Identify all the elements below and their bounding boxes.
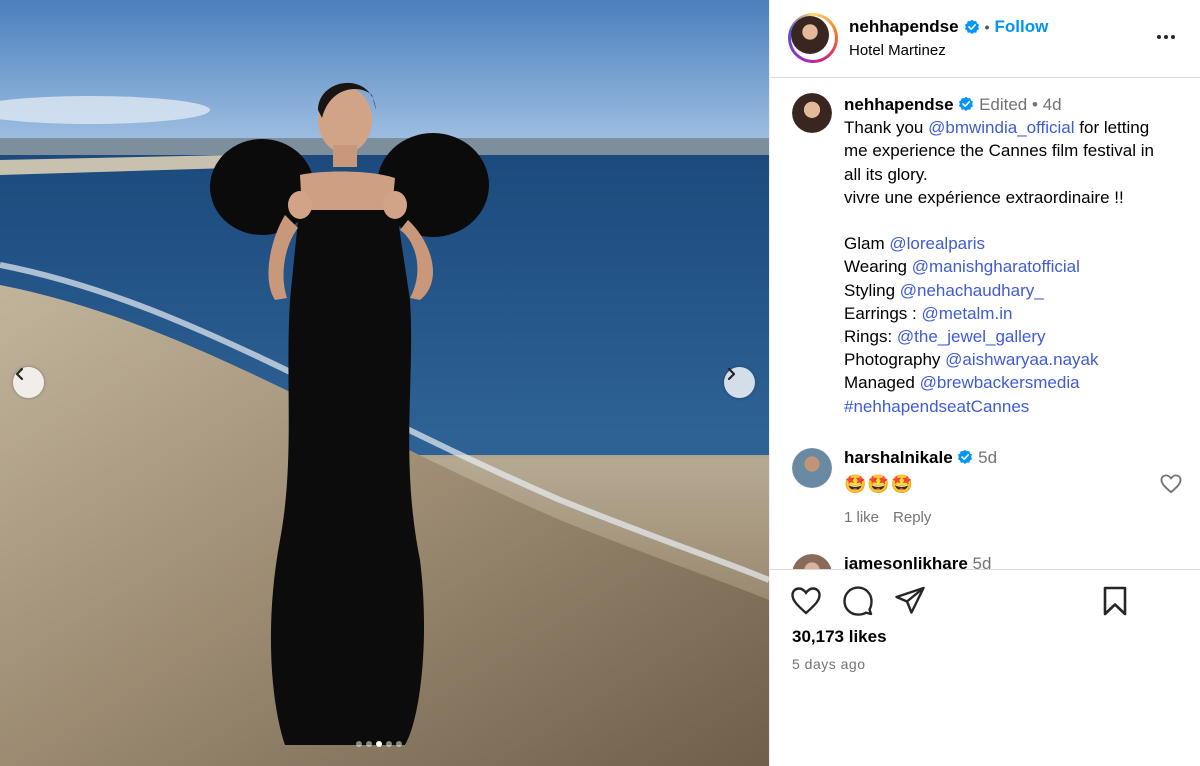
- previous-image-button[interactable]: [13, 367, 44, 398]
- post-actions: 30,173 likes 5 days ago: [770, 569, 1200, 766]
- post-side-panel: nehhapendse • Follow Hotel Martinez nehh…: [769, 0, 1200, 766]
- commenter-avatar[interactable]: [792, 448, 832, 488]
- commenter-username[interactable]: jamesonlikhare: [844, 554, 968, 569]
- edited-label: Edited: [979, 95, 1028, 114]
- verified-badge-icon: [964, 19, 979, 34]
- comments-section[interactable]: nehhapendse Edited • 4d Thank you @bmwin…: [770, 79, 1200, 569]
- commenter-avatar[interactable]: [792, 554, 832, 569]
- carousel-dot: [366, 741, 372, 747]
- reply-button[interactable]: Reply: [893, 509, 931, 526]
- caption-text: Thank you: [844, 118, 924, 138]
- hashtag-link[interactable]: #nehhapendseatCannes: [844, 395, 1189, 418]
- carousel-dot: [396, 741, 402, 747]
- chevron-left-icon: [15, 367, 24, 381]
- follow-button[interactable]: Follow: [995, 17, 1049, 37]
- next-image-button[interactable]: [724, 367, 755, 398]
- caption-text: for letting: [1079, 118, 1150, 138]
- credit-label: Photography: [844, 350, 941, 370]
- author-avatar[interactable]: [788, 13, 838, 63]
- post-location[interactable]: Hotel Martinez: [849, 42, 946, 59]
- credit-label: Wearing: [844, 257, 907, 277]
- post-header: nehhapendse • Follow Hotel Martinez: [770, 0, 1200, 78]
- caption-avatar[interactable]: [792, 93, 832, 133]
- post-photo: [0, 0, 769, 766]
- comment-time[interactable]: 5d: [973, 554, 992, 569]
- carousel-indicator: [356, 741, 402, 747]
- comment-likes[interactable]: 1 like: [844, 509, 879, 526]
- more-options-icon[interactable]: [1155, 26, 1177, 48]
- chevron-right-icon: [727, 367, 736, 381]
- caption-username[interactable]: nehhapendse: [844, 95, 954, 114]
- author-line: nehhapendse • Follow: [849, 17, 1048, 37]
- credit-label: Rings:: [844, 327, 893, 347]
- mention-link[interactable]: @lorealparis: [889, 234, 985, 253]
- mention-link[interactable]: @brewbackersmedia: [920, 373, 1080, 392]
- mention-link[interactable]: @bmwindia_official: [928, 118, 1074, 137]
- mention-link[interactable]: @metalm.in: [921, 304, 1012, 323]
- comment-time[interactable]: 5d: [978, 448, 997, 467]
- verified-badge-icon: [958, 449, 973, 464]
- likes-count[interactable]: 30,173 likes: [792, 627, 887, 647]
- caption-text: all its glory.: [844, 164, 928, 184]
- credit-label: Glam: [844, 234, 885, 254]
- credit-label: Earrings :: [844, 303, 917, 323]
- verified-badge-icon: [959, 96, 974, 111]
- carousel-dot-active: [376, 741, 382, 747]
- like-heart-icon[interactable]: [790, 585, 822, 617]
- caption-time[interactable]: 4d: [1043, 95, 1062, 114]
- mention-link[interactable]: @manishgharatofficial: [912, 257, 1080, 276]
- separator-dot: •: [984, 19, 990, 35]
- separator-dot: •: [1032, 95, 1038, 114]
- post-time-ago[interactable]: 5 days ago: [792, 656, 866, 672]
- comment-text: 🤩🤩🤩: [844, 474, 915, 494]
- comment-bubble-icon[interactable]: [842, 585, 874, 617]
- credit-label: Styling: [844, 280, 896, 300]
- carousel-dot: [386, 741, 392, 747]
- comment-like-heart-icon[interactable]: [1160, 474, 1182, 494]
- caption-text: me experience the Cannes film festival i…: [844, 141, 1154, 161]
- commenter-username[interactable]: harshalnikale: [844, 448, 953, 467]
- mention-link[interactable]: @nehachaudhary_: [900, 281, 1044, 300]
- credit-label: Managed: [844, 373, 915, 393]
- mention-link[interactable]: @the_jewel_gallery: [897, 327, 1046, 346]
- carousel-dot: [356, 741, 362, 747]
- save-bookmark-icon[interactable]: [1099, 585, 1131, 617]
- mention-link[interactable]: @aishwaryaa.nayak: [945, 350, 1098, 369]
- post-media[interactable]: [0, 0, 769, 766]
- share-paper-plane-icon[interactable]: [894, 585, 926, 617]
- caption-text: vivre une expérience extraordinaire !!: [844, 187, 1124, 207]
- author-username[interactable]: nehhapendse: [849, 17, 959, 37]
